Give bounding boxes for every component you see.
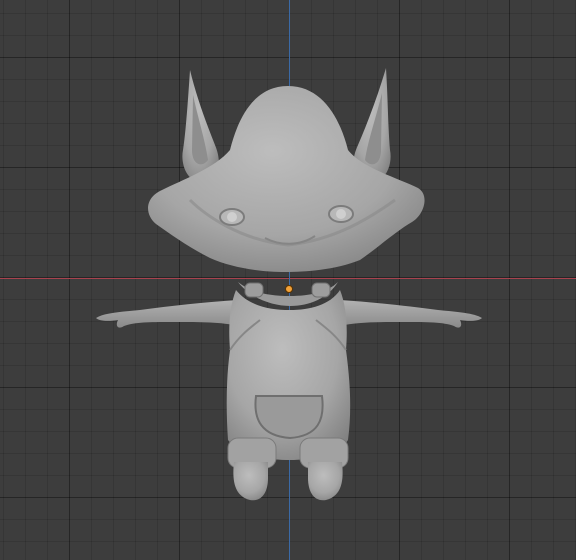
left-arm: [96, 300, 238, 328]
goblin-model[interactable]: [0, 0, 576, 560]
origin-point-icon[interactable]: [285, 285, 293, 293]
right-arm: [340, 300, 482, 328]
overalls: [226, 290, 351, 460]
3d-viewport[interactable]: [0, 0, 576, 560]
